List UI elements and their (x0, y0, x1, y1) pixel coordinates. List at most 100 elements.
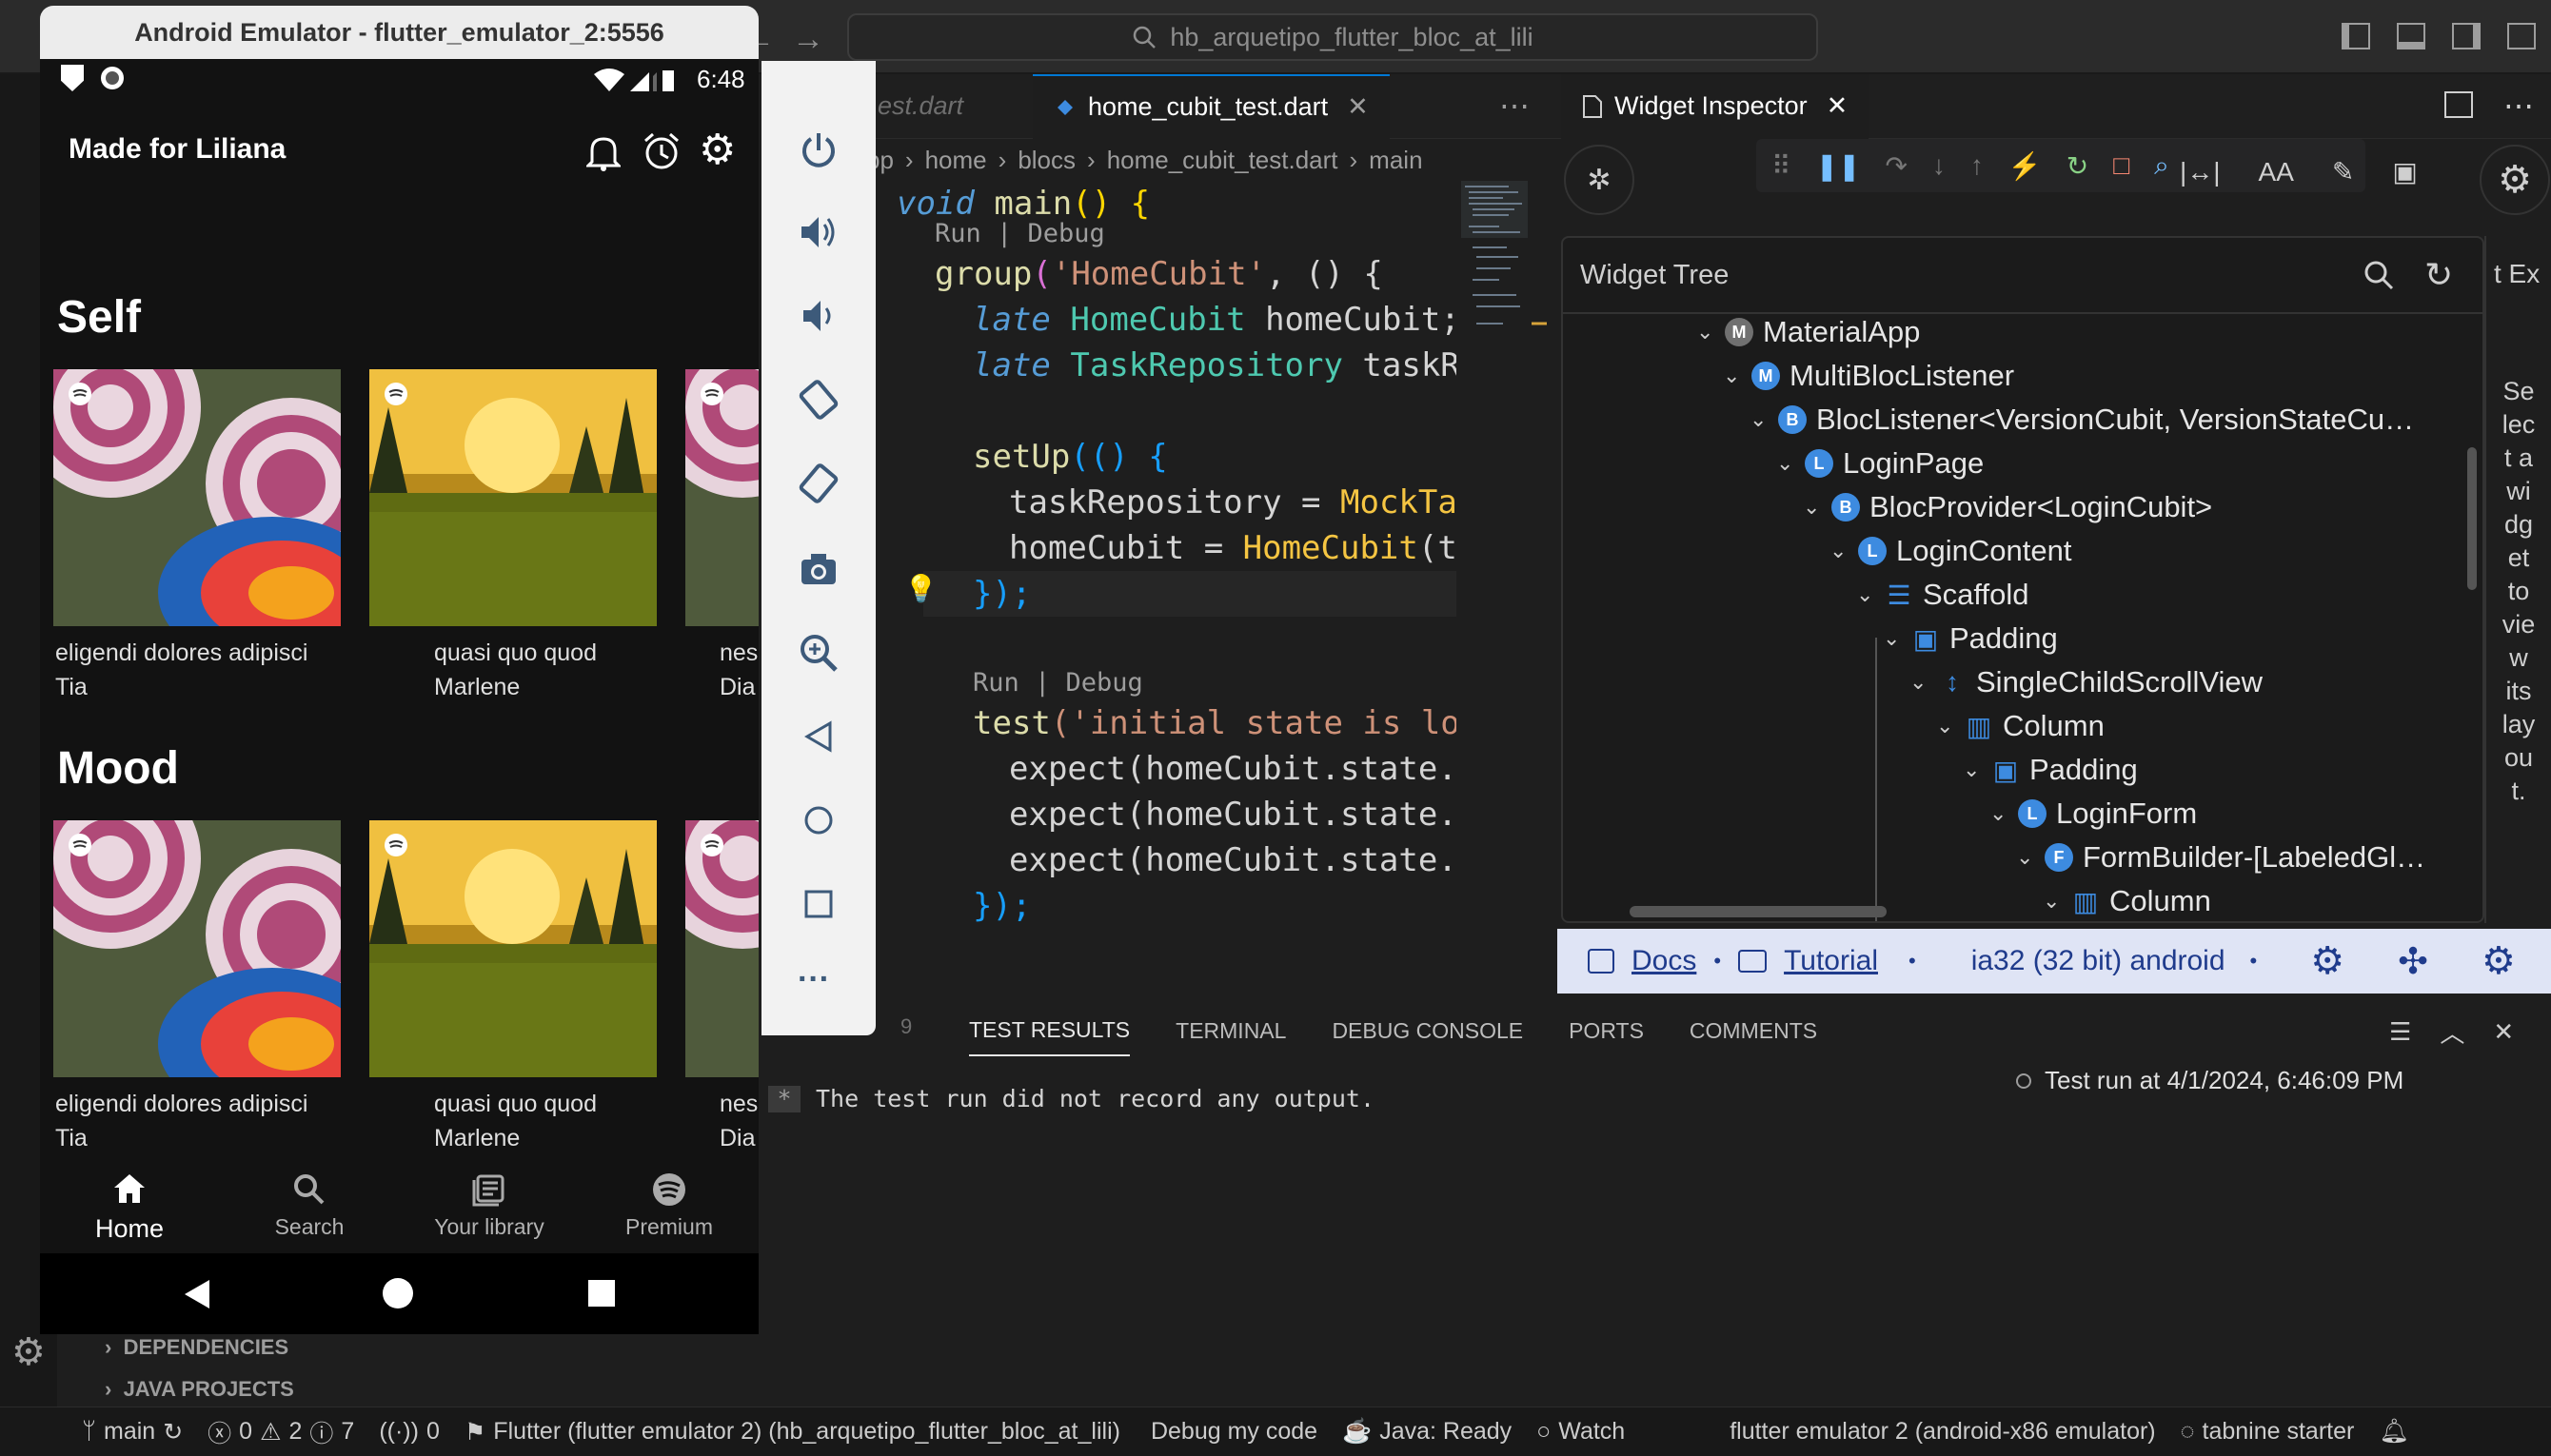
vertical-scrollbar[interactable] (2467, 447, 2477, 590)
breadcrumb-item[interactable]: home (925, 146, 987, 175)
tree-node[interactable]: ⌄ ▣ Padding (1883, 617, 2058, 660)
playlist-caption[interactable]: eligendi dolores adipisci Tia (55, 1087, 307, 1155)
inspector-settings-icon[interactable]: ⚙ (2480, 145, 2550, 215)
codelens-run-debug[interactable]: Run | Debug (935, 219, 1105, 248)
tab-terminal[interactable]: TERMINAL (1176, 1018, 1286, 1044)
lightbulb-icon[interactable]: 💡 (904, 573, 938, 604)
step-out-icon[interactable]: ↑ (1970, 150, 1984, 181)
forward-arrow-icon[interactable]: → (792, 21, 824, 58)
test-run-entry[interactable]: Test run at 4/1/2024, 6:46:09 PM (2016, 1066, 2403, 1095)
home-circle-icon[interactable] (798, 799, 840, 841)
zoom-icon[interactable] (798, 632, 840, 674)
emulator-device-status[interactable]: flutter emulator 2 (android-x86 emulator… (1730, 1418, 2155, 1446)
ports-indicator[interactable]: ((·)) 0 (379, 1418, 440, 1446)
inspect-icon[interactable]: ⌕ (2154, 150, 2169, 182)
expand-chevron-icon[interactable]: ⌄ (1883, 626, 1902, 651)
manage-gear-icon[interactable]: ⚙ (11, 1330, 46, 1374)
playlist-caption[interactable]: nes Dia (720, 1087, 758, 1155)
tab-home-cubit-test[interactable]: home_cubit_test.dart ✕ (1033, 73, 1390, 139)
tree-node[interactable]: ⌄ ▣ Padding (1963, 748, 2138, 792)
text-baselines-icon[interactable]: AA (2259, 157, 2294, 187)
tutorial-link[interactable]: Tutorial (1784, 945, 1878, 977)
step-into-icon[interactable]: ↓ (1932, 150, 1946, 181)
playlist-caption[interactable]: eligendi dolores adipisci Tia (55, 636, 307, 704)
playlist-cover[interactable] (685, 369, 759, 626)
details-tab[interactable]: t Ex (2486, 236, 2551, 301)
expand-chevron-icon[interactable]: ⌄ (2043, 889, 2062, 914)
nav-item-home[interactable]: Home (44, 1151, 215, 1256)
drag-handle-icon[interactable]: ⠿ (1771, 150, 1791, 182)
extension-puzzle-icon[interactable]: ✣ (2398, 940, 2428, 983)
alarm-clock-icon[interactable] (642, 131, 682, 171)
stop-icon[interactable]: □ (2113, 150, 2129, 181)
expand-chevron-icon[interactable]: ⌄ (1989, 801, 2008, 826)
expand-chevron-icon[interactable]: ⌄ (1723, 364, 1742, 388)
watch-status[interactable]: ○ Watch (1536, 1418, 1625, 1446)
tree-node[interactable]: ⌄ ☰ Scaffold (1856, 573, 2028, 617)
expand-chevron-icon[interactable]: ⌄ (1963, 758, 1982, 782)
playlist-caption[interactable]: nes Dia (720, 636, 758, 704)
branch-indicator[interactable]: ᛘ main ↻ (82, 1418, 183, 1446)
playlist-cover[interactable] (53, 369, 341, 626)
debug-mode-status[interactable]: Debug my code (1151, 1418, 1317, 1446)
more-options-icon[interactable]: ··· (798, 961, 830, 998)
refresh-icon[interactable]: ↻ (2424, 255, 2453, 295)
flutter-device-status[interactable]: ⚑ Flutter (flutter emulator 2) (hb_arquet… (465, 1418, 1120, 1446)
volume-up-icon[interactable] (798, 211, 840, 253)
tree-node[interactable]: ⌄ M MultiBlocListener (1723, 354, 2014, 398)
horizontal-scrollbar[interactable] (1630, 906, 1887, 917)
expand-chevron-icon[interactable]: ⌄ (1829, 539, 1849, 563)
overview-square-icon[interactable] (798, 883, 840, 925)
toggle-secondary-sidebar-icon[interactable] (2452, 23, 2481, 49)
settings-icon[interactable]: ⚙ (2310, 939, 2344, 983)
tree-node[interactable]: ⌄ B BlocProvider<LoginCubit> (1803, 485, 2212, 529)
expand-chevron-icon[interactable]: ⌄ (1696, 320, 1715, 344)
expand-chevron-icon[interactable]: ⌄ (1856, 582, 1875, 607)
step-over-icon[interactable]: ↷ (1885, 150, 1907, 182)
explorer-java-projects[interactable]: › JAVA PROJECTS (105, 1377, 294, 1402)
expand-chevron-icon[interactable]: ⌄ (1936, 714, 1955, 738)
breadcrumb-item[interactable]: blocs (1018, 146, 1076, 175)
nav-item-your-library[interactable]: Your library (404, 1151, 575, 1256)
command-search-box[interactable]: hb_arquetipo_flutter_bloc_at_lili (847, 13, 1818, 61)
image-sizes-icon[interactable]: ▣ (2392, 156, 2417, 187)
tab-debug-console[interactable]: DEBUG CONSOLE (1332, 1018, 1523, 1044)
close-panel-icon[interactable]: ✕ (2493, 1017, 2514, 1047)
more-actions-icon[interactable]: ⋯ (1499, 88, 1530, 124)
code-editor[interactable]: void main() { Run | Debug group('HomeCub… (857, 181, 1456, 990)
playlist-cover[interactable] (685, 820, 759, 1077)
settings-icon-secondary[interactable]: ⚙ (2482, 939, 2516, 983)
tree-node[interactable]: ⌄ ▥ Column (2043, 879, 2211, 921)
java-status[interactable]: ☕ Java: Ready (1342, 1418, 1512, 1446)
tree-node[interactable]: ⌄ L LoginForm (1989, 792, 2197, 836)
rotate-right-icon[interactable] (798, 462, 840, 504)
nav-back-icon[interactable] (183, 1278, 211, 1310)
minimap[interactable] (1461, 181, 1547, 447)
expand-chevron-icon[interactable]: ⌄ (1803, 495, 1822, 520)
volume-down-icon[interactable] (798, 295, 840, 337)
tab-widget-inspector[interactable]: Widget Inspector ✕ (1561, 73, 1869, 139)
docs-link[interactable]: Docs (1631, 945, 1696, 977)
expand-chevron-icon[interactable]: ⌄ (1750, 407, 1769, 432)
tree-node[interactable]: ⌄ ↕ SingleChildScrollView (1909, 660, 2263, 704)
paint-debug-icon[interactable]: ✎ (2332, 156, 2354, 187)
maximize-panel-icon[interactable]: ︿ (2440, 1014, 2464, 1050)
close-tab-icon[interactable]: ✕ (1347, 92, 1369, 122)
playlist-cover[interactable] (369, 369, 657, 626)
notifications-bell-icon[interactable] (586, 133, 621, 171)
tree-node[interactable]: ⌄ B BlocListener<VersionCubit, VersionStat… (1750, 398, 2414, 442)
back-triangle-icon[interactable] (798, 716, 840, 758)
hot-reload-icon[interactable]: ⚡ (2008, 150, 2042, 182)
more-actions-icon[interactable]: ⋯ (2503, 88, 2534, 124)
notifications-bell-icon[interactable]: 🔔︎ (2379, 1418, 2409, 1446)
playlist-caption[interactable]: quasi quo quod Marlene (434, 636, 597, 704)
filter-list-icon[interactable]: ☰ (2389, 1017, 2411, 1047)
breadcrumb-item[interactable]: home_cubit_test.dart (1107, 146, 1338, 175)
nav-home-icon[interactable] (383, 1278, 413, 1308)
tab-ports[interactable]: PORTS (1569, 1018, 1644, 1044)
power-icon[interactable] (798, 129, 840, 171)
tab-comments[interactable]: COMMENTS (1690, 1018, 1817, 1044)
expand-chevron-icon[interactable]: ⌄ (1909, 670, 1928, 695)
expand-chevron-icon[interactable]: ⌄ (1776, 451, 1795, 476)
customize-layout-icon[interactable] (2507, 23, 2536, 49)
